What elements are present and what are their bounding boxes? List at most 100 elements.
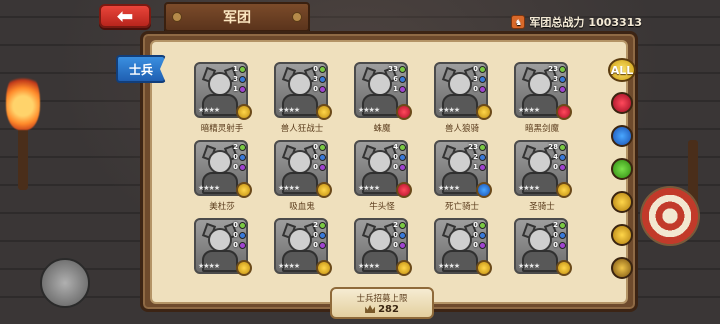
green-gem-icon [559,221,566,229]
unit-stat-green: 23 [548,64,566,74]
unit-stats: 2 0 0 [228,142,246,172]
blue-gem-icon [319,153,326,161]
unit-name: 暗精灵射手 [200,124,244,134]
blue-gem-icon [319,231,326,239]
unit-stat-green: 2 [548,220,566,230]
unit-stat-green: 1 [228,64,246,74]
green-gem-icon [319,65,326,73]
blue-element-filter[interactable] [611,125,633,147]
unit-card[interactable]: ★★★★ 4 0 0 牛头怪 [354,140,416,212]
unit-card[interactable]: ★★★★ 2 0 0 [354,218,416,290]
unit-stat-green: 4 [388,142,406,152]
green-gem-icon [559,143,566,151]
unit-stars: ★★★★ [438,184,460,192]
unit-name: 吸血鬼 [289,202,315,212]
unit-element-icon [316,260,332,276]
recruit-cap-count: 282 [378,303,399,315]
unit-element-icon [236,260,252,276]
unit-card[interactable]: ★★★★ 23 2 1 死亡骑士 [434,140,496,212]
knight-helmet [40,258,90,308]
unit-stars: ★★★★ [438,262,460,270]
unit-stat-purple: 0 [228,240,246,250]
unit-stat-green: 2 [228,142,246,152]
green-gem-icon [479,143,486,151]
unit-stat-green: 0 [308,64,326,74]
unit-element-icon [236,104,252,120]
blue-gem-icon [319,75,326,83]
unit-stat-purple: 0 [548,240,566,250]
blue-gem-icon [559,75,566,83]
unit-stars: ★★★★ [278,262,300,270]
recruit-cap[interactable]: 士兵招募上限 282 [330,287,434,319]
unit-stat-purple: 1 [388,84,406,94]
unit-element-icon [556,182,572,198]
unit-stats: 0 0 0 [468,220,486,250]
unit-card[interactable]: ★★★★ 28 4 0 圣骑士 [514,140,576,212]
unit-stat-purple: 0 [228,162,246,172]
unit-stat-blue: 0 [308,230,326,240]
green-gem-icon [479,65,486,73]
unit-stars: ★★★★ [518,262,540,270]
green-gem-icon [399,221,406,229]
purple-gem-icon [319,163,326,171]
blue-gem-icon [399,231,406,239]
unit-card[interactable]: ★★★★ 2 0 0 [274,218,336,290]
unit-card[interactable]: ★★★★ 0 0 0 吸血鬼 [274,140,336,212]
unit-card[interactable]: ★★★★ 0 3 0 兽人狂战士 [274,62,336,134]
unit-element-icon [236,182,252,198]
unit-stat-green: 0 [228,220,246,230]
unit-stat-blue: 3 [308,74,326,84]
unit-card[interactable]: ★★★★ 0 3 0 兽人狼骑 [434,62,496,134]
unit-stat-blue: 0 [388,230,406,240]
unit-card[interactable]: ★★★★ 0 0 0 [434,218,496,290]
unit-stat-blue: 4 [548,152,566,162]
unit-stats: 4 0 0 [388,142,406,172]
unit-stars: ★★★★ [278,184,300,192]
unit-stat-blue: 3 [228,74,246,84]
red-element-filter[interactable] [611,92,633,114]
unit-name: 美杜莎 [209,202,235,212]
unit-stars: ★★★★ [358,106,380,114]
tab-soldiers[interactable]: 士兵 [116,55,166,83]
blue-gem-icon [399,75,406,83]
green-gem-icon [479,221,486,229]
blue-gem-icon [399,153,406,161]
unit-element-icon [556,260,572,276]
back-button[interactable]: ⬅ [99,4,151,28]
filter-all-label: ALL [610,63,634,77]
unit-name: 死亡骑士 [444,202,479,212]
unit-stat-purple: 0 [388,240,406,250]
unit-stats: 0 3 0 [468,64,486,94]
gold-element-filter[interactable] [611,191,633,213]
unit-stars: ★★★★ [198,184,220,192]
unit-stat-blue: 3 [548,74,566,84]
unit-stats: 28 4 0 [548,142,566,172]
unit-stat-green: 0 [308,142,326,152]
torch-flame-left [6,70,40,130]
unit-stat-blue: 0 [308,152,326,162]
unit-element-icon [476,104,492,120]
filter-all-button[interactable]: ALL [608,58,636,82]
unit-card[interactable]: ★★★★ 0 0 0 [194,218,256,290]
green-element-filter[interactable] [611,158,633,180]
unit-card[interactable]: ★★★★ 1 3 1 暗精灵射手 [194,62,256,134]
gold-element-filter[interactable] [611,224,633,246]
unit-card[interactable]: ★★★★ 2 0 0 美杜莎 [194,140,256,212]
unit-stats: 0 0 0 [308,142,326,172]
unit-stars: ★★★★ [518,184,540,192]
blue-gem-icon [239,153,246,161]
unit-stats: 2 0 0 [308,220,326,250]
legion-power: ♞ 军团总战力 1003313 [511,14,642,30]
unit-card[interactable]: ★★★★ 23 3 1 暗黑剑魔 [514,62,576,134]
dark-element-filter[interactable] [611,257,633,279]
page-title-text: 军团 [223,10,251,26]
purple-gem-icon [399,163,406,171]
purple-gem-icon [559,163,566,171]
green-gem-icon [239,221,246,229]
unit-name: 暗黑剑魔 [524,124,559,134]
purple-gem-icon [239,85,246,93]
unit-stat-green: 28 [548,142,566,152]
purple-gem-icon [319,241,326,249]
unit-card[interactable]: ★★★★ 2 0 0 [514,218,576,290]
unit-card[interactable]: ★★★★ 33 6 1 蛛魔 [354,62,416,134]
